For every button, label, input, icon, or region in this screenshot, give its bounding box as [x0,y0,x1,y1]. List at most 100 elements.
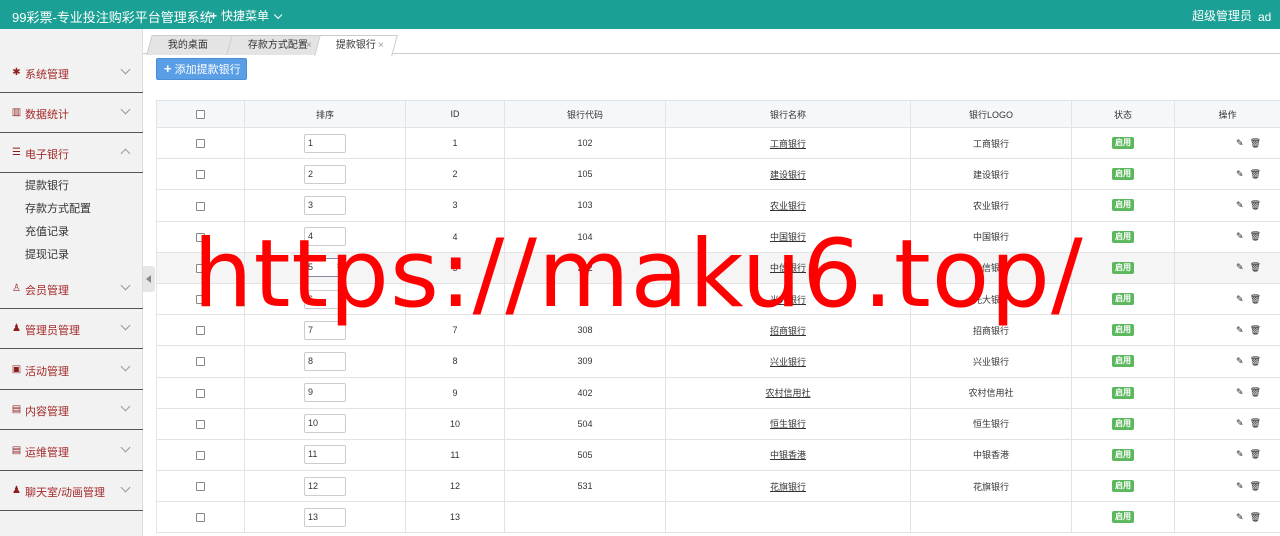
sort-cell: 10 [244,407,406,440]
status-badge[interactable]: 启用 [1112,293,1134,306]
sort-input[interactable]: 13 [304,507,346,527]
tab-withdraw-bank[interactable]: 提款银行 × [314,35,398,56]
status-badge[interactable]: 启用 [1112,386,1134,399]
trash-icon[interactable]: 🗑 [1250,294,1261,305]
edit-icon[interactable]: ✎ [1236,481,1244,492]
sort-input[interactable]: 9 [304,383,346,403]
sidebar-item-5[interactable]: ▣ 活动管理 [0,350,143,390]
bank-name-link[interactable]: 中银香港 [770,450,806,460]
submenu-item-recharge-records[interactable]: 充值记录 [0,221,143,244]
sort-input[interactable]: 11 [304,445,346,465]
status-cell: 启用 [1071,158,1175,191]
sort-input[interactable]: 3 [304,195,346,215]
row-checkbox[interactable] [196,170,205,180]
sidebar-item-0[interactable]: ✱ 系统管理 [0,53,143,93]
trash-icon[interactable]: 🗑 [1250,262,1261,273]
bank-name-link[interactable]: 建设银行 [770,170,806,180]
sidebar-item-4[interactable]: ♟ 管理员管理 [0,309,143,349]
row-checkbox[interactable] [196,388,205,398]
bank-name-link[interactable]: 花旗银行 [770,482,806,492]
admin-name: ad [1258,10,1272,24]
row-checkbox[interactable] [196,513,205,523]
edit-icon[interactable]: ✎ [1236,449,1244,460]
bank-name-link[interactable]: 恒生银行 [770,419,806,429]
sort-input[interactable]: 12 [304,476,346,496]
edit-icon[interactable]: ✎ [1236,169,1244,180]
status-badge[interactable]: 启用 [1112,137,1134,150]
status-cell: 启用 [1071,189,1175,222]
submenu-item-withdraw-records[interactable]: 提现记录 [0,244,143,267]
sort-input[interactable]: 2 [304,164,346,184]
edit-icon[interactable]: ✎ [1236,200,1244,211]
row-checkbox[interactable] [196,139,205,149]
table-row: 2 2 105 建设银行 建设银行 启用 ✎ 🗑 [156,158,1280,191]
status-badge[interactable]: 启用 [1112,230,1134,243]
trash-icon[interactable]: 🗑 [1250,387,1261,398]
edit-icon[interactable]: ✎ [1236,138,1244,149]
trash-icon[interactable]: 🗑 [1250,418,1261,429]
trash-icon[interactable]: 🗑 [1250,231,1261,242]
status-badge[interactable]: 启用 [1112,480,1134,493]
sidebar-item-1[interactable]: ▥ 数据统计 [0,93,143,133]
row-checkbox[interactable] [196,419,205,429]
actions-cell: ✎ 🗑 [1174,438,1280,472]
row-checkbox[interactable] [196,451,205,461]
admin-menu[interactable]: 超级管理员 ad [1192,7,1280,24]
sort-input[interactable]: 1 [304,133,346,153]
col-sort: 排序 [244,100,406,128]
status-badge[interactable]: 启用 [1112,511,1134,524]
status-badge[interactable]: 启用 [1112,324,1134,337]
row-checkbox[interactable] [196,357,205,367]
row-checkbox[interactable] [196,482,205,492]
sort-input[interactable]: 8 [304,351,346,371]
select-all-checkbox[interactable] [196,110,205,120]
sidebar-item-6[interactable]: ▤ 内容管理 [0,390,143,430]
edit-icon[interactable]: ✎ [1236,387,1244,398]
trash-icon[interactable]: 🗑 [1250,356,1261,367]
sidebar-item-8[interactable]: ♟ 聊天室/动画管理 [0,471,143,511]
tab-desktop[interactable]: 我的桌面 [146,35,238,55]
status-badge[interactable]: 启用 [1112,199,1134,212]
edit-icon[interactable]: ✎ [1236,294,1244,305]
edit-icon[interactable]: ✎ [1236,262,1244,273]
status-badge[interactable]: 启用 [1112,261,1134,274]
add-withdraw-bank-button[interactable]: + 添加提款银行 [156,58,247,80]
trash-icon[interactable]: 🗑 [1250,325,1261,336]
tab-deposit-config[interactable]: 存款方式配置 × [226,35,326,55]
bank-name-link[interactable]: 农业银行 [770,201,806,211]
chevron-down-icon [120,361,131,372]
trash-icon[interactable]: 🗑 [1250,449,1261,460]
trash-icon[interactable]: 🗑 [1250,138,1261,149]
edit-icon[interactable]: ✎ [1236,325,1244,336]
trash-icon[interactable]: 🗑 [1250,200,1261,211]
edit-icon[interactable]: ✎ [1236,231,1244,242]
status-badge[interactable]: 启用 [1112,417,1134,430]
sidebar-item-7[interactable]: ▤ 运维管理 [0,431,143,471]
edit-icon[interactable]: ✎ [1236,356,1244,367]
sidebar-collapse-handle[interactable] [143,266,155,292]
sidebar-item-3[interactable]: ♙ 会员管理 [0,269,143,309]
status-badge[interactable]: 启用 [1112,168,1134,181]
status-badge[interactable]: 启用 [1112,448,1134,461]
edit-icon[interactable]: ✎ [1236,512,1244,523]
row-select-cell [156,470,245,503]
row-checkbox[interactable] [196,201,205,211]
status-badge[interactable]: 启用 [1112,355,1134,368]
status-cell: 启用 [1071,314,1175,347]
close-icon[interactable]: × [378,36,384,55]
name-cell: 农村信用社 [665,376,911,409]
close-icon[interactable]: × [306,36,312,55]
bank-name-link[interactable]: 工商银行 [770,139,806,149]
bank-name-link[interactable]: 兴业银行 [770,357,806,367]
submenu-item-withdraw-bank[interactable]: 提款银行 [0,175,143,198]
trash-icon[interactable]: 🗑 [1250,512,1261,523]
edit-icon[interactable]: ✎ [1236,418,1244,429]
submenu-item-deposit-config[interactable]: 存款方式配置 [0,198,143,221]
bank-name-link[interactable]: 农村信用社 [765,388,810,398]
trash-icon[interactable]: 🗑 [1250,481,1261,492]
trash-icon[interactable]: 🗑 [1250,169,1261,180]
quick-menu-button[interactable]: + 快捷菜单 [210,7,283,24]
sort-input[interactable]: 10 [304,414,346,434]
user-outline-icon: ♙ [12,283,21,294]
sidebar-item-2[interactable]: ☰ 电子银行 [0,133,143,173]
